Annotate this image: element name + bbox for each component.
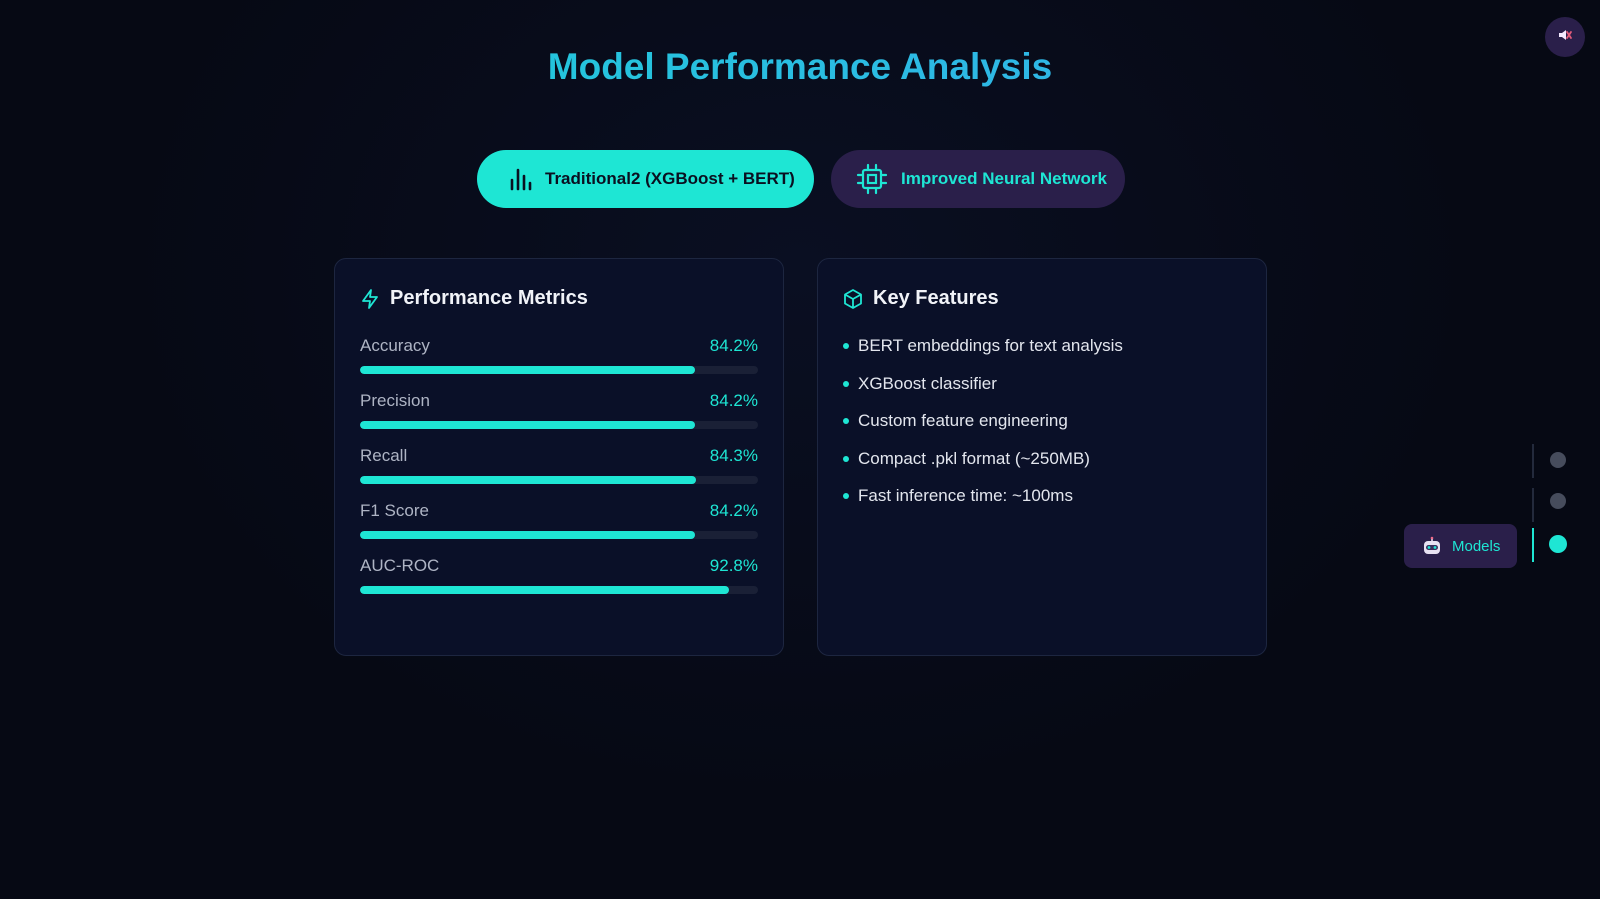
tab-label: Improved Neural Network — [901, 169, 1107, 188]
bullet-dot-icon — [843, 493, 849, 499]
key-features-card: Key Features BERT embeddings for text an… — [817, 258, 1267, 656]
progress-fill — [360, 366, 696, 374]
metric-row: AUC-ROC 92.8% — [360, 556, 758, 594]
metric-label: Recall — [360, 446, 408, 465]
progress-fill — [360, 531, 696, 539]
metric-row: Recall 84.3% — [360, 446, 758, 484]
tab-traditional2[interactable]: Traditional2 (XGBoost + BERT) — [477, 150, 814, 208]
metric-header: F1 Score 84.2% — [360, 501, 758, 521]
progress-track — [360, 421, 758, 429]
performance-metrics-card: Performance Metrics Accuracy 84.2% Precisi… — [334, 258, 784, 656]
feature-item: BERT embeddings for text analysis — [843, 336, 1241, 356]
progress-track — [360, 366, 758, 374]
cube-icon — [843, 288, 863, 310]
feature-text: BERT embeddings for text analysis — [858, 336, 1123, 355]
progress-track — [360, 476, 758, 484]
metric-header: Recall 84.3% — [360, 446, 758, 466]
metrics-list: Accuracy 84.2% Precision 84.2% Recall 84.3% F1… — [360, 336, 758, 594]
metric-header: Precision 84.2% — [360, 391, 758, 411]
lightning-bolt-icon — [360, 288, 380, 310]
card-title: Performance Metrics — [390, 287, 588, 309]
feature-item: XGBoost classifier — [843, 374, 1241, 394]
nav-dot[interactable] — [1550, 452, 1566, 468]
card-title-row: Key Features — [843, 287, 1241, 310]
metric-value: 92.8% — [709, 556, 758, 575]
robot-icon — [1422, 536, 1442, 556]
metric-label: Precision — [360, 391, 430, 410]
metric-header: Accuracy 84.2% — [360, 336, 758, 356]
metric-label: Accuracy — [360, 336, 430, 355]
progress-track — [360, 531, 758, 539]
bullet-dot-icon — [843, 418, 849, 424]
metric-row: Accuracy 84.2% — [360, 336, 758, 374]
progress-fill — [360, 421, 696, 429]
page-title: Model Performance Analysis — [0, 46, 1600, 88]
progress-track — [360, 586, 758, 594]
nav-line — [1532, 488, 1534, 522]
bullet-dot-icon — [843, 455, 849, 462]
metric-header: AUC-ROC 92.8% — [360, 556, 758, 576]
feature-item: Compact .pkl format (~250MB) — [843, 449, 1241, 469]
nav-dot-active[interactable] — [1549, 535, 1567, 553]
nav-line-active — [1532, 528, 1534, 562]
bar-chart-icon — [507, 166, 533, 192]
metric-row: Precision 84.2% — [360, 391, 758, 429]
sound-toggle-button[interactable] — [1545, 17, 1585, 57]
metric-value: 84.2% — [709, 391, 758, 410]
models-nav-label[interactable]: Models — [1404, 524, 1517, 568]
metric-label: F1 Score — [360, 501, 429, 520]
metric-row: F1 Score 84.2% — [360, 501, 758, 539]
metric-value: 84.2% — [709, 501, 758, 520]
metric-value: 84.3% — [709, 446, 758, 465]
cpu-chip-icon — [855, 162, 889, 196]
feature-list: BERT embeddings for text analysis XGBoost… — [843, 336, 1241, 506]
tab-label: Traditional2 (XGBoost + BERT) — [545, 169, 795, 188]
feature-item: Fast inference time: ~100ms — [843, 486, 1241, 506]
progress-fill — [360, 586, 730, 594]
models-label: Models — [1452, 537, 1501, 555]
card-title: Key Features — [873, 287, 999, 309]
bullet-dot-icon — [843, 380, 849, 387]
speaker-muted-icon — [1557, 27, 1573, 48]
progress-fill — [360, 476, 696, 484]
feature-text: Fast inference time: ~100ms — [858, 486, 1073, 505]
feature-text: Compact .pkl format (~250MB) — [858, 448, 1090, 468]
nav-dot[interactable] — [1550, 493, 1566, 509]
card-title-row: Performance Metrics — [360, 287, 758, 310]
model-tabs: Traditional2 (XGBoost + BERT) Improved N… — [477, 150, 1125, 208]
metric-value: 84.2% — [709, 336, 758, 355]
feature-text: Custom feature engineering — [858, 411, 1068, 430]
feature-item: Custom feature engineering — [843, 411, 1241, 431]
bullet-dot-icon — [843, 343, 849, 349]
metric-label: AUC-ROC — [360, 556, 440, 575]
tab-improved-neural-network[interactable]: Improved Neural Network — [831, 150, 1125, 208]
feature-text: XGBoost classifier — [858, 373, 997, 393]
nav-line — [1532, 444, 1534, 478]
page: Model Performance Analysis Traditional2 … — [0, 0, 1600, 899]
